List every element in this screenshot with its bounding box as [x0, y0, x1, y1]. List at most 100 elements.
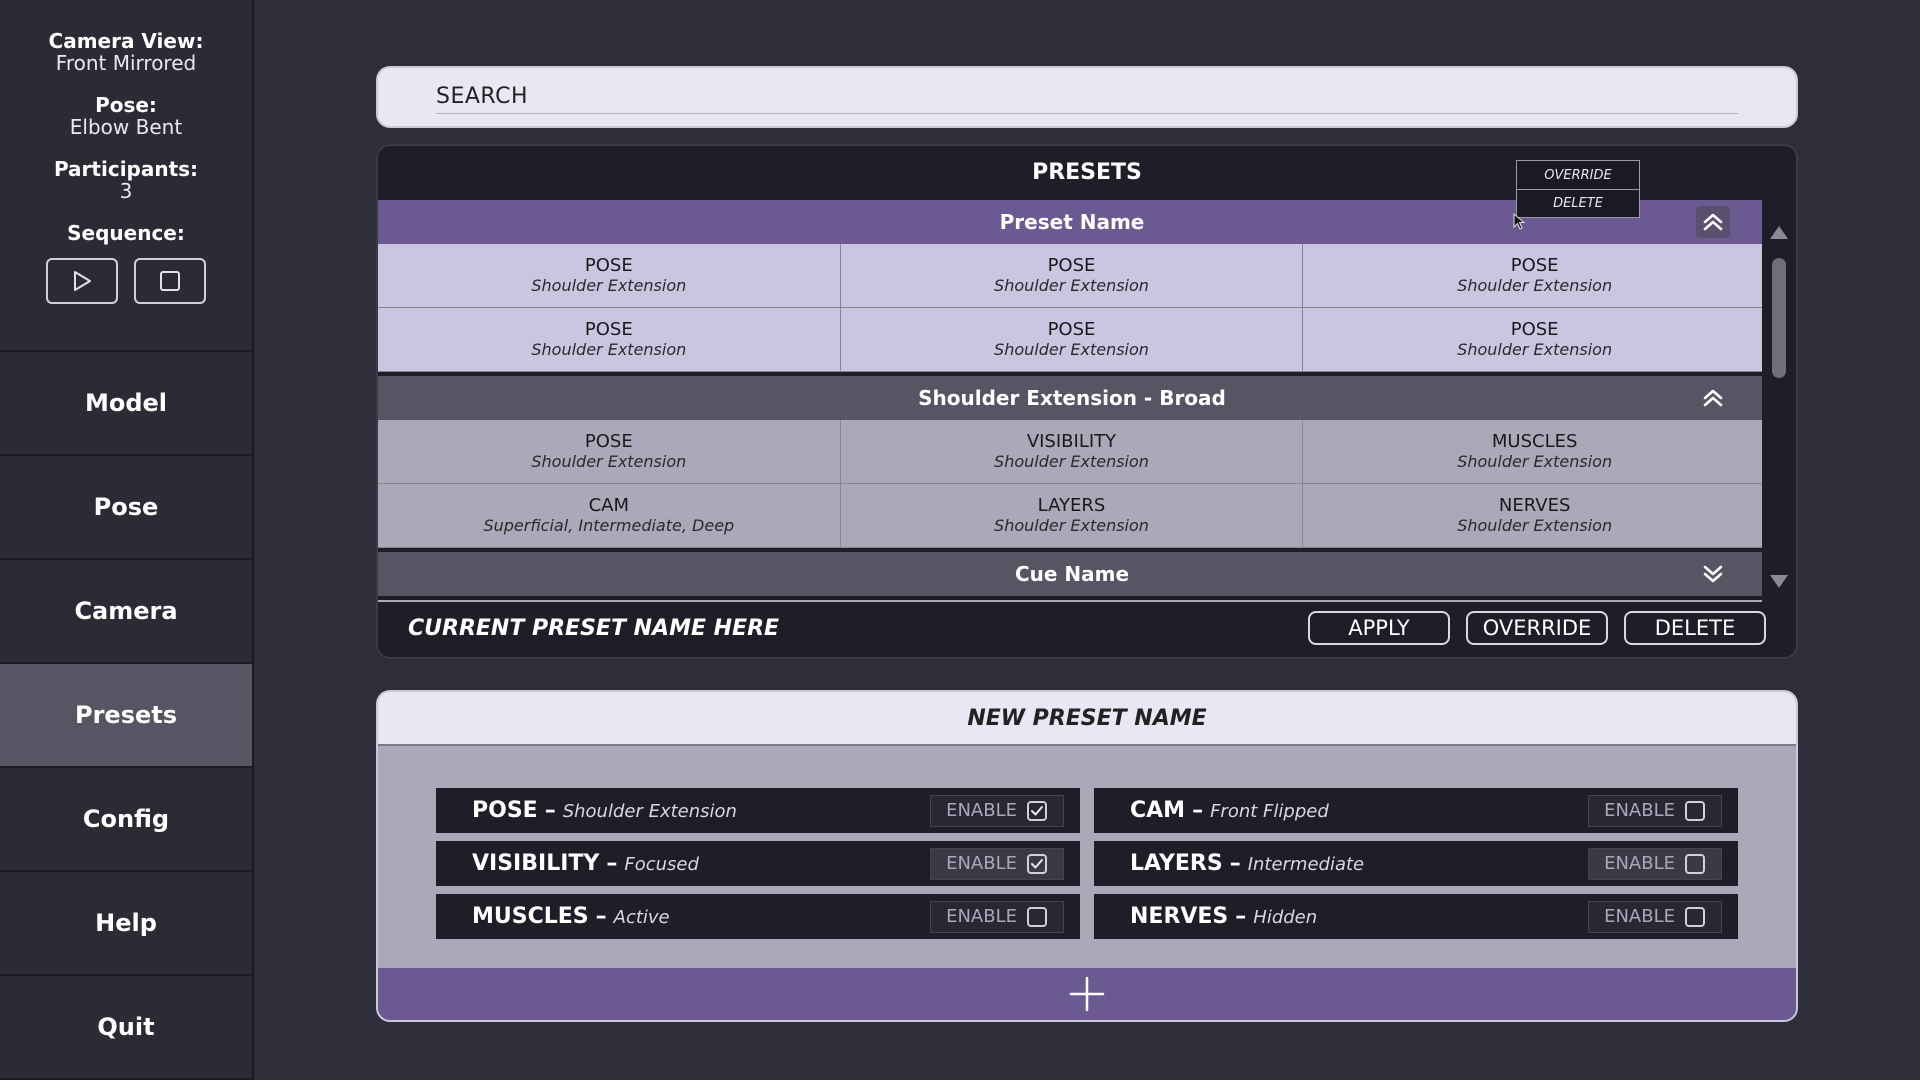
- cell-subtitle: Shoulder Extension: [1457, 452, 1613, 471]
- status-panel: Camera View: Front Mirrored Pose: Elbow …: [0, 0, 252, 352]
- cell-subtitle: Shoulder Extension: [1457, 276, 1613, 295]
- apply-button[interactable]: APPLY: [1308, 611, 1450, 645]
- preset-list-scrollbar[interactable]: [1762, 200, 1796, 602]
- option-value: Focused: [624, 854, 699, 875]
- current-preset-name: CURRENT PRESET NAME HERE: [408, 615, 780, 641]
- enable-label: ENABLE: [946, 800, 1017, 821]
- nav-config[interactable]: Config: [0, 768, 252, 872]
- enable-toggle[interactable]: ENABLE: [930, 900, 1064, 933]
- enable-checkbox[interactable]: [1685, 800, 1705, 821]
- cell-subtitle: Shoulder Extension: [1457, 516, 1613, 535]
- camera-view-label: Camera View:: [48, 29, 204, 53]
- cell-subtitle: Shoulder Extension: [994, 452, 1149, 471]
- sequence-label: Sequence:: [67, 221, 185, 245]
- enable-toggle[interactable]: ENABLE: [930, 794, 1064, 827]
- context-menu-delete[interactable]: DELETE: [1517, 189, 1639, 217]
- cell-title: POSE: [1047, 319, 1096, 340]
- option-label: LAYERS – Intermediate: [1130, 851, 1588, 876]
- option-label: POSE – Shoulder Extension: [472, 798, 930, 823]
- cell-title: POSE: [1510, 319, 1559, 340]
- option-value: Active: [613, 907, 670, 928]
- preset-group-header[interactable]: Cue Name: [378, 552, 1766, 596]
- checkmark-icon: [1031, 805, 1043, 815]
- preset-cell[interactable]: POSE Shoulder Extension: [378, 308, 841, 372]
- option-row-layers: LAYERS – Intermediate ENABLE: [1094, 841, 1738, 886]
- preset-cell[interactable]: POSE Shoulder Extension: [840, 308, 1304, 372]
- nav-presets[interactable]: Presets: [0, 664, 252, 768]
- pose-label: Pose:: [95, 93, 157, 117]
- preset-cell[interactable]: LAYERS Shoulder Extension: [840, 484, 1304, 548]
- option-row-pose: POSE – Shoulder Extension ENABLE: [436, 788, 1080, 833]
- preset-cell[interactable]: POSE Shoulder Extension: [840, 244, 1304, 308]
- option-value: Front Flipped: [1210, 801, 1329, 822]
- option-row-muscles: MUSCLES – Active ENABLE: [436, 894, 1080, 939]
- scroll-down-icon[interactable]: [1770, 575, 1788, 588]
- cell-title: LAYERS: [1037, 495, 1106, 516]
- enable-checkbox[interactable]: [1027, 800, 1047, 821]
- enable-checkbox[interactable]: [1027, 906, 1047, 927]
- stop-button[interactable]: [134, 258, 206, 304]
- camera-view-value: Front Mirrored: [55, 51, 197, 75]
- nav-pose[interactable]: Pose: [0, 456, 252, 560]
- enable-toggle[interactable]: ENABLE: [930, 847, 1064, 880]
- sequence-info: Sequence:: [0, 222, 252, 304]
- pose-info: Pose: Elbow Bent: [0, 94, 252, 138]
- override-button[interactable]: OVERRIDE: [1466, 611, 1608, 645]
- enable-checkbox[interactable]: [1685, 906, 1705, 927]
- option-name: VISIBILITY: [472, 851, 600, 876]
- nav-quit[interactable]: Quit: [0, 976, 252, 1080]
- search-input[interactable]: [436, 80, 1738, 114]
- cell-title: POSE: [584, 255, 633, 276]
- enable-label: ENABLE: [946, 906, 1017, 927]
- cell-subtitle: Shoulder Extension: [1457, 340, 1613, 359]
- delete-button[interactable]: DELETE: [1624, 611, 1766, 645]
- cell-subtitle: Shoulder Extension: [994, 276, 1149, 295]
- nav-model[interactable]: Model: [0, 352, 252, 456]
- preset-cell[interactable]: POSE Shoulder Extension: [378, 244, 841, 308]
- enable-toggle[interactable]: ENABLE: [1588, 794, 1722, 827]
- preset-cell[interactable]: NERVES Shoulder Extension: [1303, 484, 1766, 548]
- new-preset-name[interactable]: NEW PRESET NAME: [378, 692, 1796, 746]
- plus-icon: [1069, 976, 1105, 1012]
- nav-help[interactable]: Help: [0, 872, 252, 976]
- enable-checkbox[interactable]: [1027, 853, 1047, 874]
- collapse-button[interactable]: [1696, 382, 1730, 414]
- expand-button[interactable]: [1696, 558, 1730, 590]
- enable-toggle[interactable]: ENABLE: [1588, 847, 1722, 880]
- preset-cell[interactable]: POSE Shoulder Extension: [1303, 308, 1766, 372]
- pose-value: Elbow Bent: [69, 115, 183, 139]
- checkmark-icon: [1031, 858, 1043, 868]
- preset-group-name: Cue Name: [1014, 562, 1130, 586]
- play-button[interactable]: [46, 258, 118, 304]
- option-name: LAYERS: [1130, 851, 1223, 876]
- scroll-up-icon[interactable]: [1770, 226, 1788, 239]
- option-dash: –: [1192, 798, 1204, 823]
- preset-cell[interactable]: CAM Superficial, Intermediate, Deep: [378, 484, 841, 548]
- collapse-button[interactable]: [1696, 206, 1730, 238]
- presets-panel: PRESETS Preset Name POSE Shoulder Extensi…: [376, 144, 1798, 659]
- option-name: NERVES: [1130, 904, 1229, 929]
- cell-title: POSE: [1510, 255, 1559, 276]
- preset-cell[interactable]: MUSCLES Shoulder Extension: [1303, 420, 1766, 484]
- enable-checkbox[interactable]: [1685, 853, 1705, 874]
- cell-subtitle: Shoulder Extension: [994, 340, 1149, 359]
- preset-cell[interactable]: POSE Shoulder Extension: [378, 420, 841, 484]
- option-dash: –: [1229, 851, 1241, 876]
- cell-title: CAM: [588, 495, 630, 516]
- enable-toggle[interactable]: ENABLE: [1588, 900, 1722, 933]
- preset-group-header[interactable]: Shoulder Extension - Broad: [378, 376, 1766, 420]
- presets-footer: CURRENT PRESET NAME HERE APPLY OVERRIDE …: [378, 599, 1796, 657]
- preset-cell[interactable]: VISIBILITY Shoulder Extension: [840, 420, 1304, 484]
- cell-title: POSE: [584, 319, 633, 340]
- nav-camera[interactable]: Camera: [0, 560, 252, 664]
- cell-subtitle: Shoulder Extension: [994, 516, 1149, 535]
- option-dash: –: [606, 851, 618, 876]
- preset-grid: POSE Shoulder Extension VISIBILITY Shoulde…: [378, 420, 1766, 548]
- context-menu-override[interactable]: OVERRIDE: [1517, 161, 1639, 189]
- new-preset-options: POSE – Shoulder Extension ENABLE CAM – F…: [436, 788, 1742, 939]
- stop-icon: [160, 271, 180, 291]
- option-name: MUSCLES: [472, 904, 589, 929]
- preset-cell[interactable]: POSE Shoulder Extension: [1303, 244, 1766, 308]
- add-preset-button[interactable]: [378, 968, 1796, 1020]
- scroll-thumb[interactable]: [1772, 258, 1786, 378]
